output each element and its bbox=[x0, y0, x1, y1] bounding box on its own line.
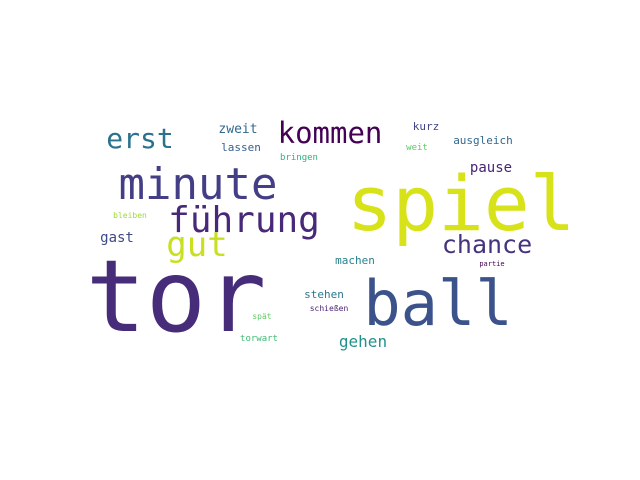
word-erst: erst bbox=[106, 122, 173, 155]
word-weit: weit bbox=[406, 143, 428, 153]
word-torwart: torwart bbox=[240, 334, 278, 344]
word-kurz: kurz bbox=[413, 120, 440, 133]
word-spaet: spät bbox=[252, 312, 271, 321]
word-stehen: stehen bbox=[304, 288, 344, 301]
word-lassen: lassen bbox=[221, 141, 261, 154]
word-ausgleich: ausgleich bbox=[453, 134, 513, 147]
word-cloud-canvas: tor spiel ball minute führung kommen ers… bbox=[0, 0, 640, 480]
word-chance: chance bbox=[442, 230, 532, 259]
word-pause: pause bbox=[470, 160, 512, 176]
word-gut: gut bbox=[166, 225, 227, 265]
word-gast: gast bbox=[100, 230, 134, 246]
word-machen: machen bbox=[335, 254, 375, 267]
word-schiessen: schießen bbox=[310, 304, 349, 313]
word-partie: partie bbox=[479, 260, 504, 268]
word-kommen: kommen bbox=[278, 116, 383, 150]
word-gehen: gehen bbox=[339, 332, 387, 351]
word-cloud: tor spiel ball minute führung kommen ers… bbox=[0, 0, 640, 480]
word-bleiben: bleiben bbox=[113, 211, 147, 220]
word-bringen: bringen bbox=[280, 153, 318, 163]
word-ball: ball bbox=[363, 267, 512, 340]
word-zweit: zweit bbox=[218, 122, 257, 137]
